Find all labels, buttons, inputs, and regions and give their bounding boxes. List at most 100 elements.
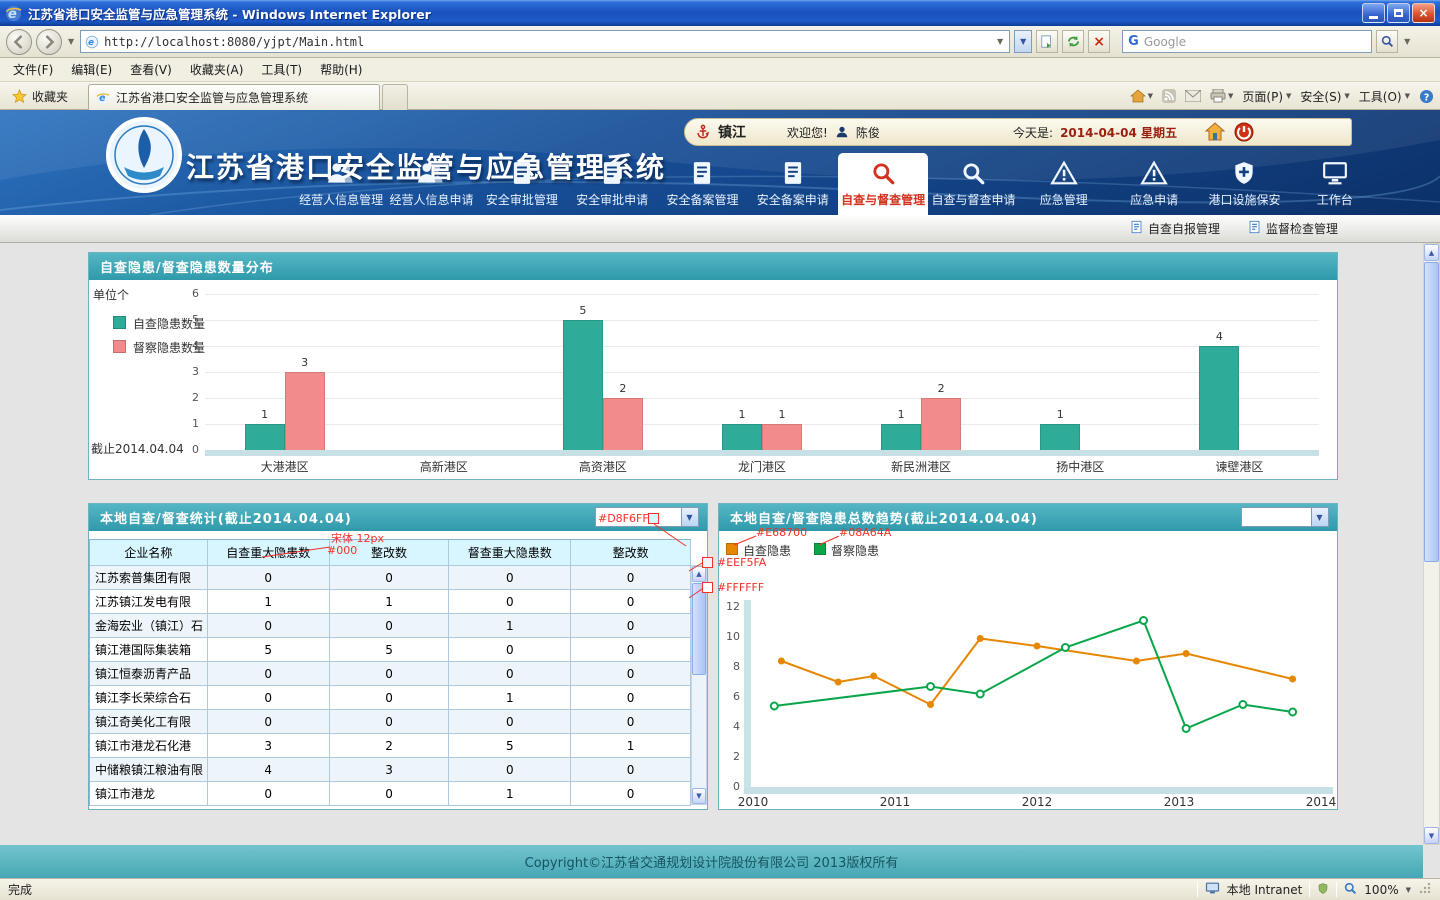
command-button-tools[interactable]: 工具(O)▼ <box>1359 88 1410 105</box>
feeds-button[interactable] <box>1162 89 1176 103</box>
page-scroll-thumb[interactable] <box>1424 262 1439 562</box>
dropdown-arrow-icon[interactable]: ▼ <box>681 508 698 526</box>
table-row[interactable]: 金海宏业（镇江）石0010 <box>90 614 691 638</box>
table-row[interactable]: 江苏镇江发电有限1100 <box>90 590 691 614</box>
resize-grip[interactable] <box>1418 881 1432 898</box>
column-header-4: 整改数 <box>571 540 691 566</box>
history-dropdown[interactable]: ▼ <box>66 37 76 46</box>
nav-item-warning-9[interactable]: 应急申请 <box>1109 153 1199 215</box>
browser-tab[interactable]: e 江苏省港口安全监管与应急管理系统 <box>88 84 380 110</box>
copyright-bar: Copyright©江苏省交通规划设计院股份有限公司 2013版权所有 <box>0 845 1423 878</box>
table-row[interactable]: 中储粮镇江粮油有限4300 <box>90 758 691 782</box>
menu-item-help[interactable]: 帮助(H) <box>311 58 371 81</box>
bar-value-label: 3 <box>275 356 335 368</box>
close-button[interactable]: × <box>1412 3 1435 23</box>
cell-company-name: 金海宏业（镇江）石 <box>90 614 208 638</box>
nav-item-label: 自查与督查申请 <box>931 191 1015 208</box>
table-header-row: 企业名称自查重大隐患数整改数督查重大隐患数整改数 <box>90 540 691 566</box>
cell-company-name: 镇江奇美化工有限 <box>90 710 208 734</box>
bar-value-label: 1 <box>752 408 812 420</box>
dropdown-arrow-icon[interactable]: ▼ <box>1311 508 1328 526</box>
table-panel: 本地自查/督查统计(截止2014.04.04) ▼ 企业名称自查重大隐患数整改数… <box>88 503 708 810</box>
line-chart-panel: 本地自查/督查隐患总数趋势(截止2014.04.04) ▼ 自查隐患督察隐患02… <box>718 503 1338 810</box>
y-tick-label: 6 <box>719 690 740 704</box>
minimize-button[interactable] <box>1362 3 1385 23</box>
home-shortcut-icon[interactable] <box>1204 121 1226 143</box>
nav-item-magnifier-7[interactable]: 自查与督查申请 <box>928 153 1018 215</box>
page-scroll-up-icon[interactable]: ▲ <box>1424 244 1439 261</box>
table-scrollbar[interactable]: ▲ ▼ <box>691 565 707 805</box>
address-bar[interactable]: e http://localhost:8080/yjpt/Main.html ▼ <box>80 30 1010 53</box>
address-dropdown[interactable]: ▼ <box>995 37 1005 46</box>
nav-item-magnifier-6[interactable]: 自查与督查管理 <box>838 153 928 215</box>
table-scroll-thumb[interactable] <box>692 583 706 675</box>
compatibility-view-button[interactable] <box>1036 30 1058 53</box>
cell-value: 1 <box>208 590 330 614</box>
table-row[interactable]: 镇江奇美化工有限0000 <box>90 710 691 734</box>
command-button-safety[interactable]: 安全(S)▼ <box>1300 88 1349 105</box>
line-filter-dropdown[interactable]: ▼ <box>1241 507 1329 527</box>
nav-item-users-0[interactable]: 经营人信息管理 <box>296 153 386 215</box>
nav-item-users-1[interactable]: 经营人信息申请 <box>386 153 476 215</box>
page-scrollbar[interactable]: ▲ ▼ <box>1423 243 1440 845</box>
menu-item-edit[interactable]: 编辑(E) <box>62 58 121 81</box>
home-button[interactable]: ▼ <box>1130 89 1153 103</box>
nav-item-label: 经营人信息管理 <box>299 191 383 208</box>
nav-item-doc-3[interactable]: 安全审批申请 <box>567 153 657 215</box>
table-row[interactable]: 江苏索普集团有限0000 <box>90 566 691 590</box>
warning-icon <box>1049 160 1079 186</box>
table-panel-title: 本地自查/督查统计(截止2014.04.04) <box>100 508 352 527</box>
table-row[interactable]: 镇江李长荣综合石0010 <box>90 686 691 710</box>
forward-button[interactable] <box>36 29 62 55</box>
help-button[interactable]: ? <box>1419 89 1434 104</box>
table-row[interactable]: 镇江港国际集装箱5500 <box>90 638 691 662</box>
nav-item-doc-4[interactable]: 安全备案管理 <box>657 153 747 215</box>
intranet-zone-icon <box>1205 882 1220 897</box>
menu-item-view[interactable]: 查看(V) <box>121 58 181 81</box>
data-table: 企业名称自查重大隐患数整改数督查重大隐患数整改数江苏索普集团有限0000江苏镇江… <box>89 539 691 806</box>
subnav-item-self-check-report[interactable]: 自查自报管理 <box>1130 220 1220 237</box>
scroll-up-icon[interactable]: ▲ <box>692 566 706 582</box>
table-row[interactable]: 镇江市港龙石化港3251 <box>90 734 691 758</box>
menu-item-tools[interactable]: 工具(T) <box>252 58 311 81</box>
print-button[interactable]: ▼ <box>1210 89 1233 103</box>
nav-item-doc-2[interactable]: 安全审批管理 <box>477 153 567 215</box>
zoom-icon[interactable] <box>1344 882 1357 898</box>
cell-value: 1 <box>449 686 571 710</box>
y-tick-label: 0 <box>173 443 199 457</box>
table-row[interactable]: 镇江恒泰沥青产品0000 <box>90 662 691 686</box>
nav-item-monitor-11[interactable]: 工作台 <box>1290 153 1380 215</box>
cell-value: 5 <box>208 638 330 662</box>
menu-item-favorites[interactable]: 收藏夹(A) <box>181 58 253 81</box>
subnav-item-supervision-check[interactable]: 监督检查管理 <box>1248 220 1338 237</box>
menu-item-file[interactable]: 文件(F) <box>4 58 62 81</box>
new-tab-stub[interactable] <box>382 84 408 110</box>
address-go-dropdown[interactable]: ▼ <box>1014 30 1032 53</box>
cell-company-name: 镇江市港龙 <box>90 782 208 806</box>
nav-item-warning-8[interactable]: 应急管理 <box>1019 153 1109 215</box>
page-scroll-down-icon[interactable]: ▼ <box>1424 827 1439 844</box>
stop-button[interactable]: × <box>1088 30 1110 53</box>
x-tick-label: 2014 <box>1295 795 1337 809</box>
search-box[interactable]: G Google <box>1122 30 1372 53</box>
mail-button[interactable] <box>1185 90 1201 102</box>
cell-value: 2 <box>330 734 450 758</box>
nav-item-shield-10[interactable]: 港口设施保安 <box>1199 153 1289 215</box>
annotation-line1-hex: #E68700 <box>756 526 807 539</box>
scroll-down-icon[interactable]: ▼ <box>692 788 706 804</box>
zoom-level[interactable]: 100% <box>1364 883 1398 897</box>
zoom-dropdown[interactable]: ▼ <box>1406 886 1411 894</box>
nav-item-doc-5[interactable]: 安全备案申请 <box>748 153 838 215</box>
search-button[interactable] <box>1376 30 1398 53</box>
logout-button[interactable] <box>1233 121 1255 143</box>
bar-value-label: 2 <box>593 382 653 394</box>
restore-button[interactable] <box>1387 3 1410 23</box>
back-button[interactable] <box>6 29 32 55</box>
window-title: 江苏省港口安全监管与应急管理系统 - Windows Internet Expl… <box>28 4 1362 23</box>
y-tick-label: 4 <box>173 339 199 353</box>
search-options-dropdown[interactable]: ▼ <box>1402 37 1412 46</box>
refresh-button[interactable] <box>1062 30 1084 53</box>
favorites-button[interactable]: 收藏夹 <box>4 85 76 107</box>
command-button-page[interactable]: 页面(P)▼ <box>1242 88 1291 105</box>
table-row[interactable]: 镇江市港龙0010 <box>90 782 691 806</box>
